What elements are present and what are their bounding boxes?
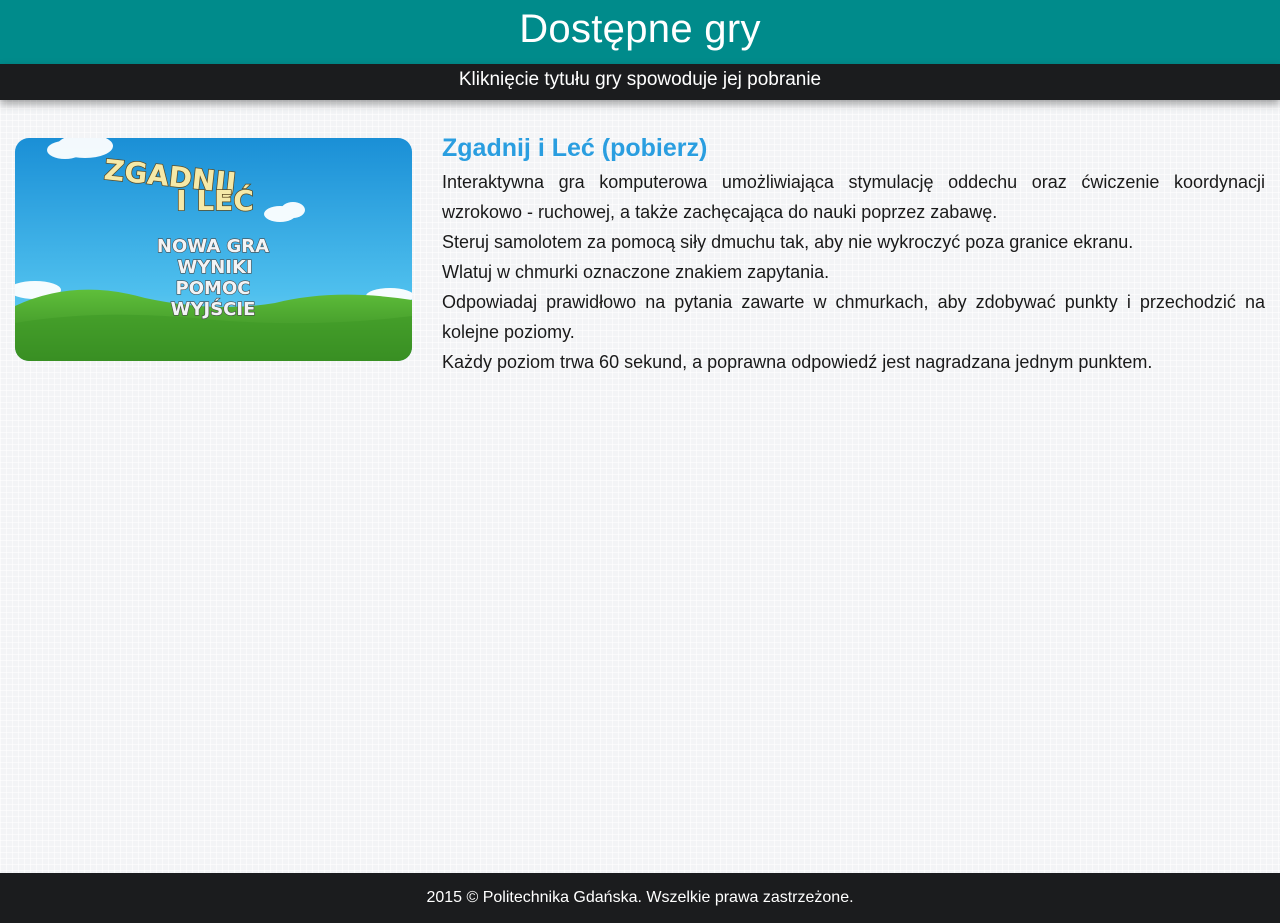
thumbnail-menu-item: POMOC (176, 278, 251, 299)
game-description-line: Wlatuj w chmurki oznaczone znakiem zapyt… (442, 262, 830, 282)
game-description-line: Każdy poziom trwa 60 sekund, a poprawna … (442, 352, 1153, 372)
copyright-text: 2015 © Politechnika Gdańska. Wszelkie pr… (426, 889, 854, 906)
game-info: Zgadnij i Leć (pobierz) Interaktywna gra… (442, 131, 1265, 377)
game-description-line: Odpowiadaj prawidłowo na pytania zawarte… (442, 292, 1265, 342)
game-description-line: Interaktywna gra komputerowa umożliwiają… (442, 172, 1265, 222)
thumbnail-menu-item: NOWA GRA (157, 236, 269, 257)
page-header: Dostępne gry (0, 0, 1280, 64)
game-download-link[interactable]: Zgadnij i Leć (pobierz) (442, 131, 1265, 165)
thumbnail-logo-line2: I LEĆ (176, 183, 254, 217)
page-footer: 2015 © Politechnika Gdańska. Wszelkie pr… (0, 873, 1280, 923)
thumbnail-menu-item: WYJŚCIE (171, 298, 256, 320)
game-thumbnail[interactable]: ZGADNIJ I LEĆ NOWA GRA WYNIKI POMOC WYJŚ… (15, 138, 412, 361)
page-title: Dostępne gry (519, 7, 761, 51)
thumbnail-menu-item: WYNIKI (177, 257, 252, 278)
subheader-text: Kliknięcie tytułu gry spowoduje jej pobr… (458, 69, 822, 90)
subheader-bar: Kliknięcie tytułu gry spowoduje jej pobr… (0, 64, 1280, 100)
game-description-line: Steruj samolotem za pomocą siły dmuchu t… (442, 232, 1134, 252)
